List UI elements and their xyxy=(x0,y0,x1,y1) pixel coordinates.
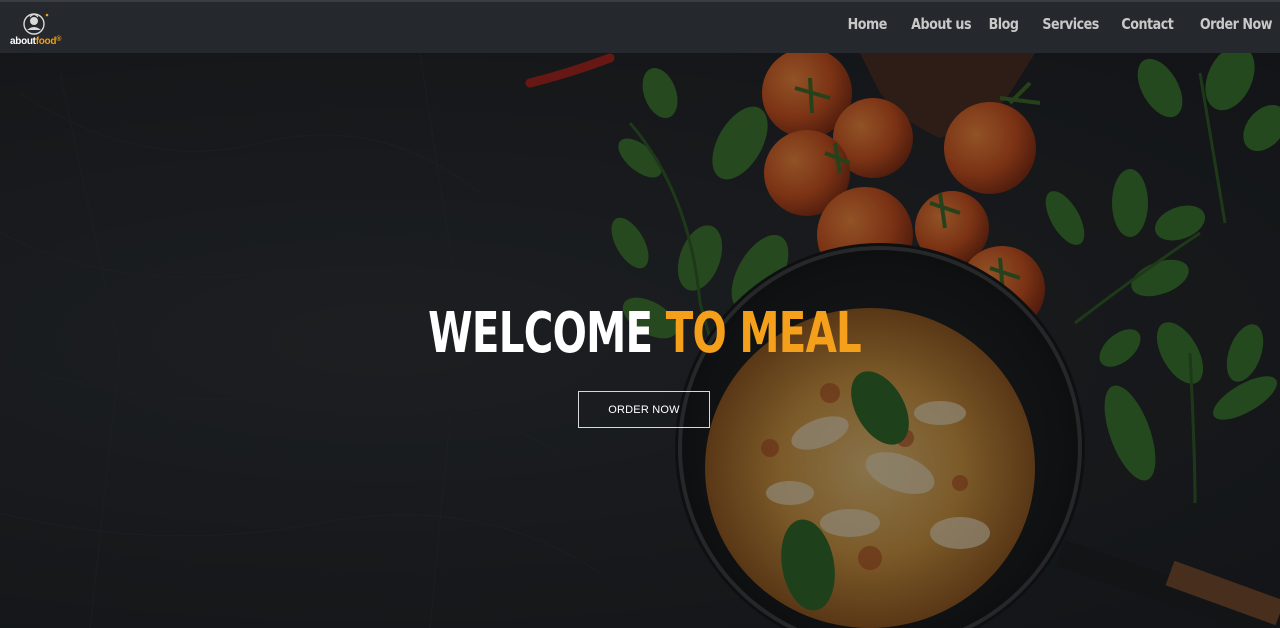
navbar: aboutfood® Home About us Blog Services C… xyxy=(0,0,1280,53)
logo-text: aboutfood® xyxy=(10,36,62,47)
main-nav: Home About us Blog Services Contact Orde… xyxy=(839,15,1273,33)
nav-blog[interactable]: Blog xyxy=(989,15,1019,33)
page: aboutfood® Home About us Blog Services C… xyxy=(0,0,1280,628)
hero-title-to-meal: TO MEAL xyxy=(666,301,862,366)
hero-title-welcome: WELCOME xyxy=(428,301,667,366)
nav-about-us[interactable]: About us xyxy=(911,15,971,33)
nav-order-now[interactable]: Order Now xyxy=(1200,15,1273,33)
order-now-button[interactable]: ORDER NOW xyxy=(578,391,710,428)
site-logo[interactable]: aboutfood® xyxy=(10,10,68,50)
hero-title: WELCOME TO MEAL xyxy=(0,301,1280,366)
chef-icon xyxy=(23,13,49,35)
nav-home[interactable]: Home xyxy=(848,15,888,33)
logo-text-about: about xyxy=(10,36,36,47)
nav-contact[interactable]: Contact xyxy=(1121,15,1173,33)
hero-section: WELCOME TO MEAL ORDER NOW xyxy=(0,53,1280,628)
logo-text-food: food xyxy=(35,36,57,47)
nav-services[interactable]: Services xyxy=(1042,15,1099,33)
